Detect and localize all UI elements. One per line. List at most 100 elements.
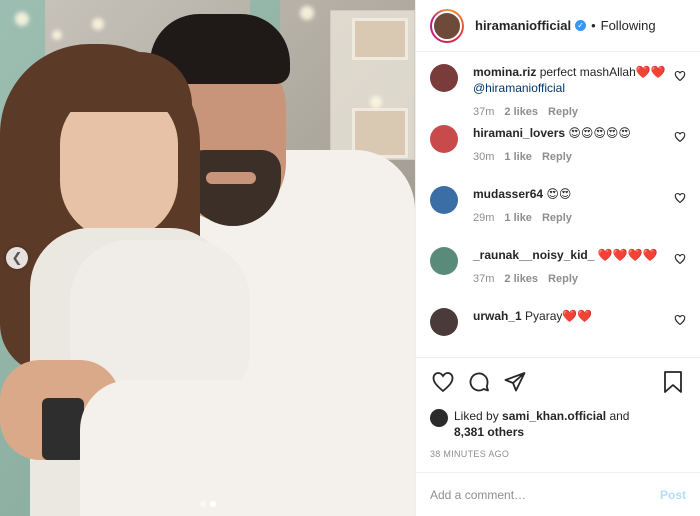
likes-text: Liked by sami_khan.official and 8,381 ot… <box>454 408 629 440</box>
bokeh-light <box>300 6 314 20</box>
comment-text: ❤️❤️❤️❤️ <box>597 248 658 262</box>
comment-icon <box>469 372 489 392</box>
post-comment-button[interactable]: Post <box>660 488 686 502</box>
instagram-post: ❮ hiramaniofficial ✓ • Following momina.… <box>0 0 700 516</box>
bokeh-light <box>15 12 29 26</box>
comment-time[interactable]: 30m <box>473 151 494 163</box>
actions-section: Liked by sami_khan.official and 8,381 ot… <box>416 357 700 459</box>
comment-avatar[interactable] <box>430 247 458 275</box>
comment-text-line: momina.riz perfect mashAllah❤️❤️ @hiraman… <box>473 64 672 96</box>
likes-conjunction: and <box>609 409 630 423</box>
comment-likes[interactable]: 1 like <box>504 151 532 163</box>
post-timestamp[interactable]: 38 MINUTES AGO <box>430 449 686 459</box>
comment-username[interactable]: _raunak__noisy_kid_ <box>473 248 594 262</box>
comment-body: urwah_1 Pyaray❤️❤️ <box>473 308 672 357</box>
comment-meta: 29m 1 like Reply <box>473 212 672 224</box>
comments-list[interactable]: momina.riz perfect mashAllah❤️❤️ @hiraman… <box>416 52 700 357</box>
comment-item: mudasser64 😍😍 29m 1 like Reply <box>430 186 686 247</box>
comment-item: _raunak__noisy_kid_ ❤️❤️❤️❤️ 37m 2 likes Re… <box>430 247 686 308</box>
comment-username[interactable]: momina.riz <box>473 65 536 79</box>
carousel-dot-active <box>209 501 216 507</box>
comment-like-button[interactable] <box>672 131 686 186</box>
comment-text: 😍😍😍😍😍 <box>568 126 631 140</box>
comment-body: mudasser64 😍😍 29m 1 like Reply <box>473 186 672 247</box>
comment-like-button[interactable] <box>672 70 686 125</box>
comment-username[interactable]: urwah_1 <box>473 309 522 323</box>
heart-icon <box>674 131 686 143</box>
comment-time[interactable]: 29m <box>473 212 494 224</box>
comment-mention[interactable]: @hiramaniofficial <box>473 81 565 95</box>
wrist-watch <box>42 398 84 460</box>
post-header: hiramaniofficial ✓ • Following <box>416 0 700 52</box>
comment-likes[interactable]: 2 likes <box>504 273 538 285</box>
comment-time[interactable]: 37m <box>473 273 494 285</box>
comment-item: momina.riz perfect mashAllah❤️❤️ @hiraman… <box>430 64 686 125</box>
comment-reply-button[interactable]: Reply <box>548 106 578 118</box>
liker-avatar[interactable] <box>430 409 448 427</box>
action-bar <box>430 366 686 398</box>
comment-meta: 37m 2 likes Reply <box>473 106 672 118</box>
comment-text: 😍😍 <box>546 187 572 201</box>
comment-avatar[interactable] <box>430 125 458 153</box>
comment-avatar[interactable] <box>430 186 458 214</box>
heart-icon <box>432 372 454 393</box>
comment-meta: 30m 1 like Reply <box>473 151 672 163</box>
comment-avatar[interactable] <box>430 308 458 336</box>
comment-button[interactable] <box>466 369 492 395</box>
post-username[interactable]: hiramaniofficial <box>475 18 571 33</box>
comment-item: hiramani_lovers 😍😍😍😍😍 30m 1 like Reply <box>430 125 686 186</box>
share-button[interactable] <box>502 369 528 395</box>
add-comment-bar: Post <box>416 472 700 516</box>
comment-reply-button[interactable]: Reply <box>542 151 572 163</box>
carousel-prev-button[interactable]: ❮ <box>6 247 28 269</box>
heart-icon <box>674 253 686 265</box>
man-sleeve <box>80 380 320 516</box>
comment-body: momina.riz perfect mashAllah❤️❤️ @hiraman… <box>473 64 672 125</box>
comment-text: Pyaray❤️❤️ <box>525 309 593 323</box>
comment-like-button[interactable] <box>672 192 686 247</box>
comment-text-line: hiramani_lovers 😍😍😍😍😍 <box>473 125 672 141</box>
follow-separator: • <box>591 18 596 33</box>
post-photo[interactable]: ❮ <box>0 0 415 516</box>
verified-badge-icon: ✓ <box>575 20 587 31</box>
heart-icon <box>674 314 686 326</box>
heart-icon <box>674 70 686 82</box>
bokeh-light <box>92 18 104 30</box>
likes-count-link[interactable]: 8,381 others <box>454 425 524 439</box>
comment-input[interactable] <box>430 487 660 502</box>
comment-body: hiramani_lovers 😍😍😍😍😍 30m 1 like Reply <box>473 125 672 186</box>
comment-reply-button[interactable]: Reply <box>548 273 578 285</box>
background-frame <box>352 18 408 60</box>
share-icon <box>504 372 526 392</box>
likes-summary: Liked by sami_khan.official and 8,381 ot… <box>430 408 686 440</box>
comment-text-line: _raunak__noisy_kid_ ❤️❤️❤️❤️ <box>473 247 672 263</box>
comment-text: perfect mashAllah❤️❤️ <box>539 65 666 79</box>
comment-reply-button[interactable]: Reply <box>542 212 572 224</box>
comment-time[interactable]: 37m <box>473 106 494 118</box>
post-side-panel: hiramaniofficial ✓ • Following momina.ri… <box>415 0 700 516</box>
following-button[interactable]: Following <box>601 18 656 33</box>
comment-likes[interactable]: 1 like <box>504 212 532 224</box>
liker-username[interactable]: sami_khan.official <box>502 409 606 423</box>
man-smile <box>206 172 256 184</box>
carousel-dot <box>199 501 206 507</box>
comment-item: urwah_1 Pyaray❤️❤️ <box>430 308 686 357</box>
avatar[interactable] <box>430 8 464 43</box>
heart-icon <box>674 192 686 204</box>
comment-username[interactable]: mudasser64 <box>473 187 543 201</box>
like-button[interactable] <box>430 369 456 395</box>
comment-username[interactable]: hiramani_lovers <box>473 126 565 140</box>
chevron-left-icon: ❮ <box>11 250 23 265</box>
comment-text-line: urwah_1 Pyaray❤️❤️ <box>473 308 672 324</box>
save-button[interactable] <box>660 369 686 395</box>
comment-text-line: mudasser64 😍😍 <box>473 186 672 202</box>
comment-likes[interactable]: 2 likes <box>504 106 538 118</box>
bokeh-light <box>370 96 382 108</box>
woman-face <box>60 90 178 240</box>
bokeh-light <box>52 30 62 40</box>
likes-prefix: Liked by <box>454 409 499 423</box>
comment-like-button[interactable] <box>672 314 686 357</box>
carousel-dots <box>199 501 216 507</box>
comment-avatar[interactable] <box>430 64 458 92</box>
comment-like-button[interactable] <box>672 253 686 308</box>
